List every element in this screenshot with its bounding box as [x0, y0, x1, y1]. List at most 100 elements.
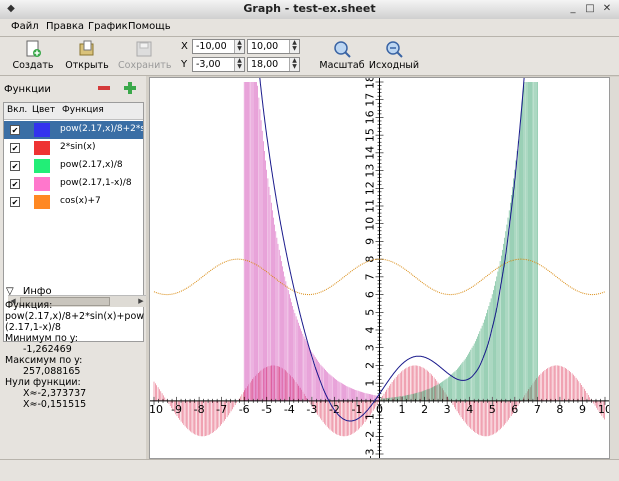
- x-tick-label: 4: [466, 403, 473, 416]
- save-disk-icon: [136, 41, 152, 57]
- save-button[interactable]: Сохранить: [118, 38, 172, 74]
- save-label: Сохранить: [118, 60, 172, 71]
- y-min-spinbox[interactable]: -3,00 ▲ ▼: [192, 57, 245, 72]
- info-min-label: Минимум по y:: [5, 333, 78, 344]
- x-max-value: 10,00: [251, 41, 279, 52]
- info-function-text: pow(2.17,x)/8+2*sin(x)+pow(2.17,1-x)/8: [5, 311, 145, 333]
- graph-svg[interactable]: -10-9-8-7-6-5-4-3-2-1012345678910-3-2-11…: [145, 64, 612, 459]
- function-row[interactable]: ✔ pow(2.17,x)/8+2*sin(x)+pow(2.17,1-x)/8: [4, 121, 143, 139]
- x-tick-label: 7: [534, 403, 541, 416]
- home-zoom-button[interactable]: Исходный: [368, 38, 420, 74]
- x-tick-label: -8: [194, 403, 205, 416]
- y-tick-label: 18: [364, 78, 377, 89]
- graph-vscrollbar[interactable]: [610, 77, 619, 459]
- y-tick-label: 9: [364, 238, 377, 245]
- y-tick-label: 13: [364, 164, 377, 178]
- col-enabled[interactable]: Вкл.: [7, 105, 27, 115]
- col-function[interactable]: Функция: [62, 105, 104, 115]
- enabled-checkbox[interactable]: ✔: [10, 143, 20, 153]
- enabled-checkbox[interactable]: ✔: [10, 179, 20, 189]
- create-button[interactable]: Создать: [10, 38, 56, 74]
- y-tick-label: 10: [364, 217, 377, 231]
- title-bar: ◆ Graph - test-ex.sheet _ □ ✕: [0, 0, 619, 20]
- function-row[interactable]: ✔ 2*sin(x): [4, 139, 143, 157]
- x-tick-label: -1: [351, 403, 362, 416]
- zoom-reset-icon: [386, 41, 403, 58]
- color-swatch[interactable]: [34, 195, 50, 209]
- y-tick-label: 3: [364, 344, 377, 351]
- x-tick-label: 2: [421, 403, 428, 416]
- color-swatch[interactable]: [34, 159, 50, 173]
- menu-file[interactable]: Файл: [11, 21, 39, 32]
- menu-bar: Файл Правка График Помощь: [0, 19, 619, 37]
- menu-help[interactable]: Помощь: [128, 21, 171, 32]
- x-tick-label: 1: [399, 403, 406, 416]
- toolbar: Создать Открыть Сохранить X -10,00 ▲ ▼ 10…: [0, 37, 619, 76]
- zoom-label: Масштаб: [319, 60, 365, 71]
- y-tick-label: -3: [364, 449, 377, 458]
- function-label: cos(x)+7: [60, 196, 101, 206]
- y-range-label: Y: [181, 59, 188, 70]
- y-max-spinbox[interactable]: 18,00 ▲ ▼: [247, 57, 300, 72]
- y-max-value: 18,00: [251, 59, 279, 70]
- x-max-arrows-icon[interactable]: ▲ ▼: [289, 40, 299, 53]
- y-tick-label: 4: [364, 327, 377, 334]
- y-tick-label: 8: [364, 256, 377, 263]
- remove-function-icon[interactable]: [98, 82, 110, 94]
- x-tick-label: 3: [444, 403, 451, 416]
- x-tick-label: 10: [598, 403, 609, 416]
- x-tick-label: -5: [261, 403, 272, 416]
- info-panel: Функция: pow(2.17,x)/8+2*sin(x)+pow(2.17…: [5, 300, 145, 410]
- add-function-icon[interactable]: [124, 82, 136, 94]
- open-button[interactable]: Открыть: [64, 38, 110, 74]
- x-tick-label: -7: [216, 403, 227, 416]
- exp-neg-area: [243, 82, 380, 401]
- magnifier-icon: [334, 41, 351, 58]
- close-icon[interactable]: ✕: [600, 3, 614, 15]
- y-tick-label: 14: [364, 146, 377, 160]
- x-max-spinbox[interactable]: 10,00 ▲ ▼: [247, 39, 300, 54]
- y-tick-label: 5: [364, 309, 377, 316]
- create-label: Создать: [12, 60, 54, 71]
- y-tick-label: 1: [364, 380, 377, 387]
- menu-edit[interactable]: Правка: [46, 21, 84, 32]
- color-swatch[interactable]: [34, 177, 50, 191]
- color-swatch[interactable]: [34, 123, 50, 137]
- enabled-checkbox[interactable]: ✔: [10, 161, 20, 171]
- window-title: Graph - test-ex.sheet: [243, 2, 376, 15]
- x-tick-label: 6: [511, 403, 518, 416]
- function-row[interactable]: ✔ pow(2.17,x)/8: [4, 157, 143, 175]
- y-tick-label: 17: [364, 93, 377, 107]
- y-max-arrows-icon[interactable]: ▲ ▼: [289, 58, 299, 71]
- minimize-icon[interactable]: _: [566, 3, 580, 15]
- info-max-label: Максимум по y:: [5, 355, 83, 366]
- x-min-value: -10,00: [196, 41, 227, 52]
- home-zoom-label: Исходный: [368, 60, 420, 71]
- maximize-icon[interactable]: □: [583, 3, 597, 15]
- function-label: pow(2.17,1-x)/8: [60, 178, 132, 188]
- y-tick-label: 7: [364, 273, 377, 280]
- enabled-checkbox[interactable]: ✔: [10, 125, 20, 135]
- col-color[interactable]: Цвет: [32, 105, 55, 115]
- function-label: pow(2.17,x)/8: [60, 160, 123, 170]
- graph-canvas[interactable]: -10-9-8-7-6-5-4-3-2-1012345678910-3-2-11…: [145, 64, 612, 459]
- color-swatch[interactable]: [34, 141, 50, 155]
- menu-graph[interactable]: График: [88, 21, 128, 32]
- function-row[interactable]: ✔ cos(x)+7: [4, 193, 143, 211]
- y-min-arrows-icon[interactable]: ▲ ▼: [234, 58, 244, 71]
- x-tick-label: 0: [376, 403, 383, 416]
- x-min-spinbox[interactable]: -10,00 ▲ ▼: [192, 39, 245, 54]
- function-row[interactable]: ✔ pow(2.17,1-x)/8: [4, 175, 143, 193]
- zoom-button[interactable]: Масштаб: [316, 38, 368, 74]
- info-header[interactable]: ▽ Инфо: [6, 286, 52, 297]
- x-min-arrows-icon[interactable]: ▲ ▼: [234, 40, 244, 53]
- open-folder-icon: [79, 40, 94, 56]
- x-tick-label: -3: [306, 403, 317, 416]
- y-tick-label: 12: [364, 181, 377, 195]
- y-min-value: -3,00: [196, 59, 221, 70]
- x-tick-label: 9: [579, 403, 586, 416]
- enabled-checkbox[interactable]: ✔: [10, 197, 20, 207]
- x-range-label: X: [181, 41, 188, 52]
- info-max-value: 257,088165: [23, 366, 81, 377]
- functions-list-header: Вкл. Цвет Функция: [4, 103, 143, 120]
